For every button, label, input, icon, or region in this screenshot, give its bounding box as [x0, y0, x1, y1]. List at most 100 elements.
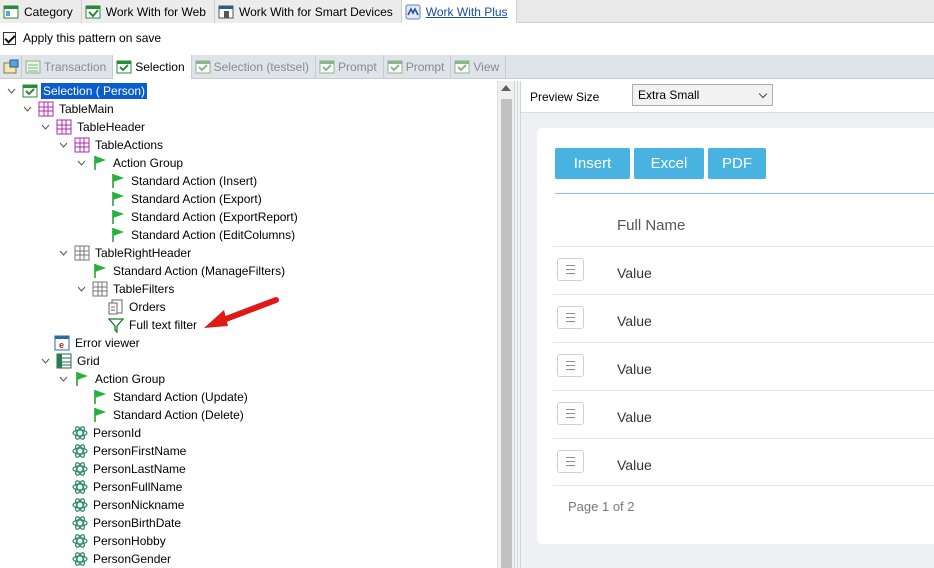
collapse-icon[interactable] [6, 86, 16, 96]
tree-node-persongender[interactable]: PersonGender [72, 550, 173, 568]
row-menu-icon[interactable] [557, 258, 584, 281]
collapse-icon[interactable] [40, 122, 50, 132]
flag-icon [94, 408, 106, 422]
flag-icon [112, 174, 124, 188]
pattern-settings-button[interactable] [0, 54, 22, 79]
tree-node-label: PersonNickname [93, 498, 185, 512]
tree-node-personnickname[interactable]: PersonNickname [72, 496, 186, 514]
apply-pattern-row[interactable]: Apply this pattern on save [0, 27, 161, 49]
tree-node-full-text-filter[interactable]: Full text filter [108, 316, 199, 334]
table-row[interactable]: Value [553, 294, 934, 342]
collapse-icon[interactable] [22, 104, 32, 114]
tree-node-orders[interactable]: Orders [108, 298, 168, 316]
excel-button[interactable]: Excel [634, 148, 704, 179]
column-header-full-name: Full Name [617, 217, 686, 234]
divider [555, 193, 934, 194]
table-row[interactable]: Value [553, 390, 934, 438]
attribute-icon [72, 426, 88, 440]
filter-icon [108, 318, 124, 333]
table-row[interactable]: Value [553, 246, 934, 294]
tab-selection[interactable]: Selection [113, 54, 192, 79]
row-menu-icon[interactable] [557, 450, 584, 473]
tab-category[interactable]: Category [0, 0, 82, 23]
row-menu-icon[interactable] [557, 306, 584, 329]
tree-node-personlastname[interactable]: PersonLastName [72, 460, 188, 478]
tree-scrollbar[interactable] [497, 81, 514, 568]
tree-node-action-editcolumns[interactable]: Standard Action (EditColumns) [110, 226, 297, 244]
tree-node-action-group[interactable]: Action Group [76, 154, 185, 172]
table-row[interactable]: Value [553, 342, 934, 390]
attribute-icon [72, 462, 88, 476]
tab-prompt-2-label: Prompt [405, 59, 445, 74]
preview-card: Insert Excel PDF Full Name Value Value V… [537, 128, 934, 544]
tree-node-tableactions[interactable]: TableActions [58, 136, 165, 154]
insert-button[interactable]: Insert [555, 148, 630, 179]
tab-transaction[interactable]: Transaction [22, 54, 114, 79]
tree-node-action-exportreport[interactable]: Standard Action (ExportReport) [110, 208, 300, 226]
tree-node-personid[interactable]: PersonId [72, 424, 143, 442]
tree-node-grid[interactable]: Grid [40, 352, 102, 370]
tree-node-personfirstname[interactable]: PersonFirstName [72, 442, 188, 460]
tree-node-action-update[interactable]: Standard Action (Update) [92, 388, 250, 406]
orders-icon [108, 299, 123, 315]
tab-selection-testsel[interactable]: Selection (testsel) [192, 54, 316, 79]
tree-node-tablemain[interactable]: TableMain [22, 100, 116, 118]
prompt-icon [319, 60, 335, 73]
attribute-icon [72, 444, 88, 458]
tab-work-with-plus[interactable]: Work With Plus [401, 0, 517, 23]
grid-table-icon [92, 281, 108, 297]
row-menu-icon[interactable] [557, 354, 584, 377]
scrollbar-thumb[interactable] [501, 99, 512, 568]
tree-node-label: Selection ( Person) [41, 83, 148, 99]
tree-node-label: TableRightHeader [95, 246, 192, 260]
tree-node-personhobby[interactable]: PersonHobby [72, 532, 168, 550]
tree-node-tableheader[interactable]: TableHeader [40, 118, 147, 136]
tab-work-with-web[interactable]: Work With for Web [81, 0, 215, 23]
collapse-icon[interactable] [76, 284, 86, 294]
collapse-icon[interactable] [58, 140, 68, 150]
apply-pattern-label: Apply this pattern on save [23, 31, 162, 45]
tree-node-action-insert[interactable]: Standard Action (Insert) [110, 172, 259, 190]
collapse-icon[interactable] [58, 248, 68, 258]
tree-node-action-managefilters[interactable]: Standard Action (ManageFilters) [92, 262, 287, 280]
pager-text: Page 1 of 2 [568, 499, 635, 514]
collapse-icon[interactable] [40, 356, 50, 366]
selection-icon [195, 60, 211, 73]
panel-splitter[interactable] [514, 81, 521, 568]
collapse-icon[interactable] [58, 374, 68, 384]
tree-node-tablefilters[interactable]: TableFilters [76, 280, 176, 298]
svg-text:e: e [59, 340, 64, 350]
grid-icon [56, 353, 72, 369]
tree-node-selection[interactable]: Selection ( Person) [6, 82, 148, 100]
collapse-icon[interactable] [76, 158, 86, 168]
tree-node-label: PersonId [93, 426, 142, 440]
pdf-button[interactable]: PDF [708, 148, 766, 179]
tree-node-personfullname[interactable]: PersonFullName [72, 478, 184, 496]
table-row[interactable]: Value [553, 438, 934, 486]
tree-node-grid-action-group[interactable]: Action Group [58, 370, 167, 388]
tree-node-personbirthdate[interactable]: PersonBirthDate [72, 514, 183, 532]
attribute-icon [72, 480, 88, 494]
scroll-up-icon[interactable] [501, 85, 511, 91]
row-menu-icon[interactable] [557, 402, 584, 425]
tree-node-label: Action Group [113, 156, 184, 170]
chevron-down-icon [758, 89, 768, 99]
tab-prompt-2[interactable]: Prompt [384, 54, 452, 79]
attribute-icon [72, 498, 88, 512]
tab-prompt-1[interactable]: Prompt [316, 54, 384, 79]
attribute-icon [72, 534, 88, 548]
tree-node-tablerightheader[interactable]: TableRightHeader [58, 244, 193, 262]
flag-icon [112, 192, 124, 206]
tree-node-error-viewer[interactable]: e Error viewer [54, 334, 142, 352]
apply-pattern-checkbox[interactable] [3, 31, 16, 45]
tab-work-with-smart-devices[interactable]: Work With for Smart Devices [214, 0, 402, 23]
tab-view[interactable]: View [451, 54, 507, 79]
preview-size-select[interactable]: Extra Small [632, 84, 773, 106]
flag-icon [112, 228, 124, 242]
tree-node-label: PersonFirstName [93, 444, 187, 458]
tree-node-label: Standard Action (EditColumns) [131, 228, 296, 242]
preview-panel: Preview Size Extra Small Insert Excel PD… [521, 81, 934, 568]
tree-node-action-delete[interactable]: Standard Action (Delete) [92, 406, 246, 424]
attribute-icon [72, 552, 88, 566]
tree-node-action-export[interactable]: Standard Action (Export) [110, 190, 264, 208]
